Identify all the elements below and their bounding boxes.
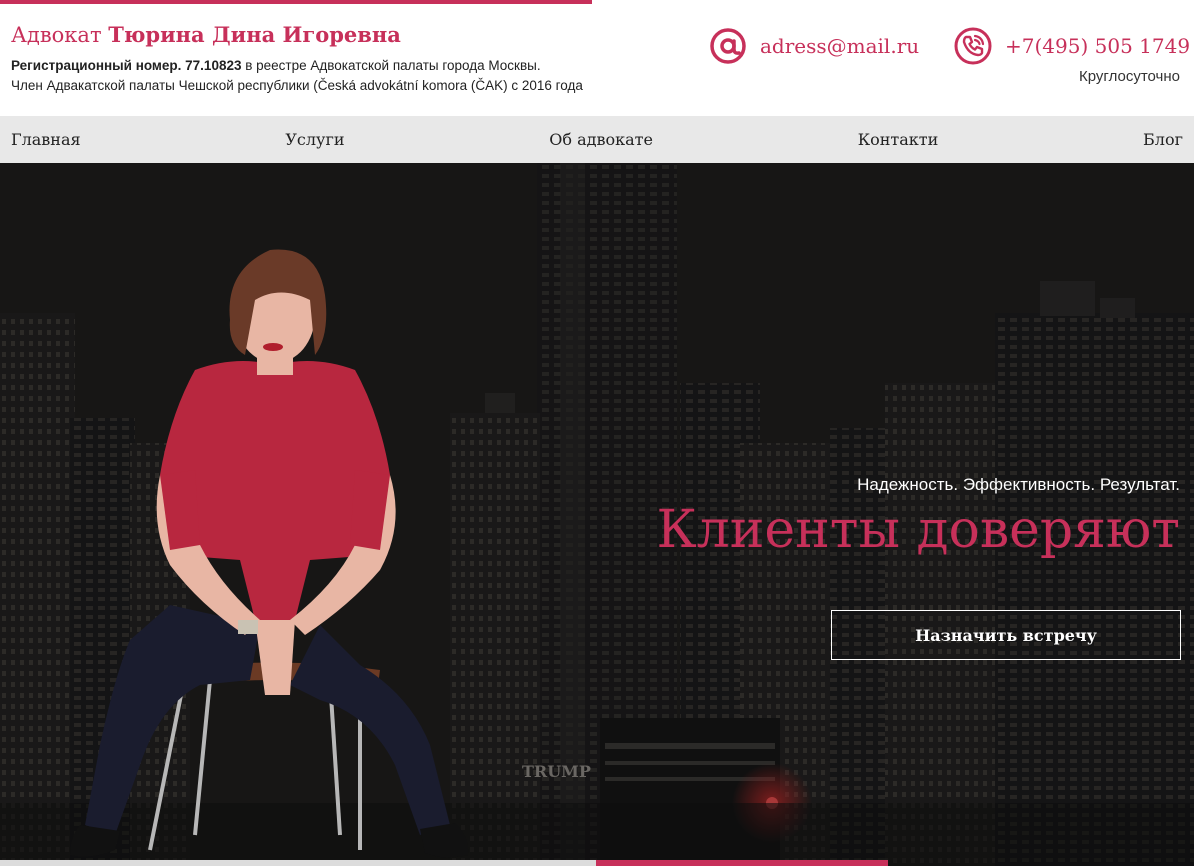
bottom-divider xyxy=(0,860,596,866)
phone-link[interactable]: +7(495) 505 1749 xyxy=(1005,34,1190,58)
nav-item-blog[interactable]: Блог xyxy=(1143,130,1183,149)
email-contact[interactable]: adress@mail.ru xyxy=(709,26,919,66)
schedule-meeting-button[interactable]: Назначить встречу xyxy=(831,610,1181,660)
site-header: Адвокат Тюрина Дина Игоревна Регистрацио… xyxy=(0,4,1194,116)
hours-text: Круглосуточно xyxy=(1079,68,1180,85)
brand-prefix: Адвокат xyxy=(11,23,109,47)
email-link[interactable]: adress@mail.ru xyxy=(760,34,919,58)
lawyer-portrait xyxy=(70,249,469,858)
main-nav: Главная Услуги Об адвокате Контакти Блог xyxy=(0,116,1194,163)
nav-item-contacts[interactable]: Контакти xyxy=(858,130,939,149)
site-brand[interactable]: Адвокат Тюрина Дина Игоревна xyxy=(11,22,401,47)
membership-line: Член Адвакатской палаты Чешской республи… xyxy=(11,78,583,93)
registration-line: Регистрационный номер. 77.10823 в реестр… xyxy=(11,58,541,73)
hero-banner: TRUMP Надежность. Эффективность. Результ… xyxy=(0,163,1194,866)
phone-contact[interactable]: +7(495) 505 1749 xyxy=(954,26,1190,66)
hero-tagline: Надежность. Эффективность. Результат. xyxy=(857,475,1180,494)
bottom-accent-bar xyxy=(596,860,888,866)
registration-number: Регистрационный номер. 77.10823 xyxy=(11,58,242,73)
nav-item-home[interactable]: Главная xyxy=(11,130,81,149)
nav-item-about[interactable]: Об адвокате xyxy=(549,130,653,149)
hero-headline: Клиенты доверяют xyxy=(656,500,1180,560)
phone-icon xyxy=(954,27,992,65)
at-icon xyxy=(709,27,747,65)
registration-text: в реестре Адвокатской палаты города Моск… xyxy=(241,58,541,73)
brand-name: Тюрина Дина Игоревна xyxy=(108,22,401,47)
nav-item-services[interactable]: Услуги xyxy=(285,130,344,149)
